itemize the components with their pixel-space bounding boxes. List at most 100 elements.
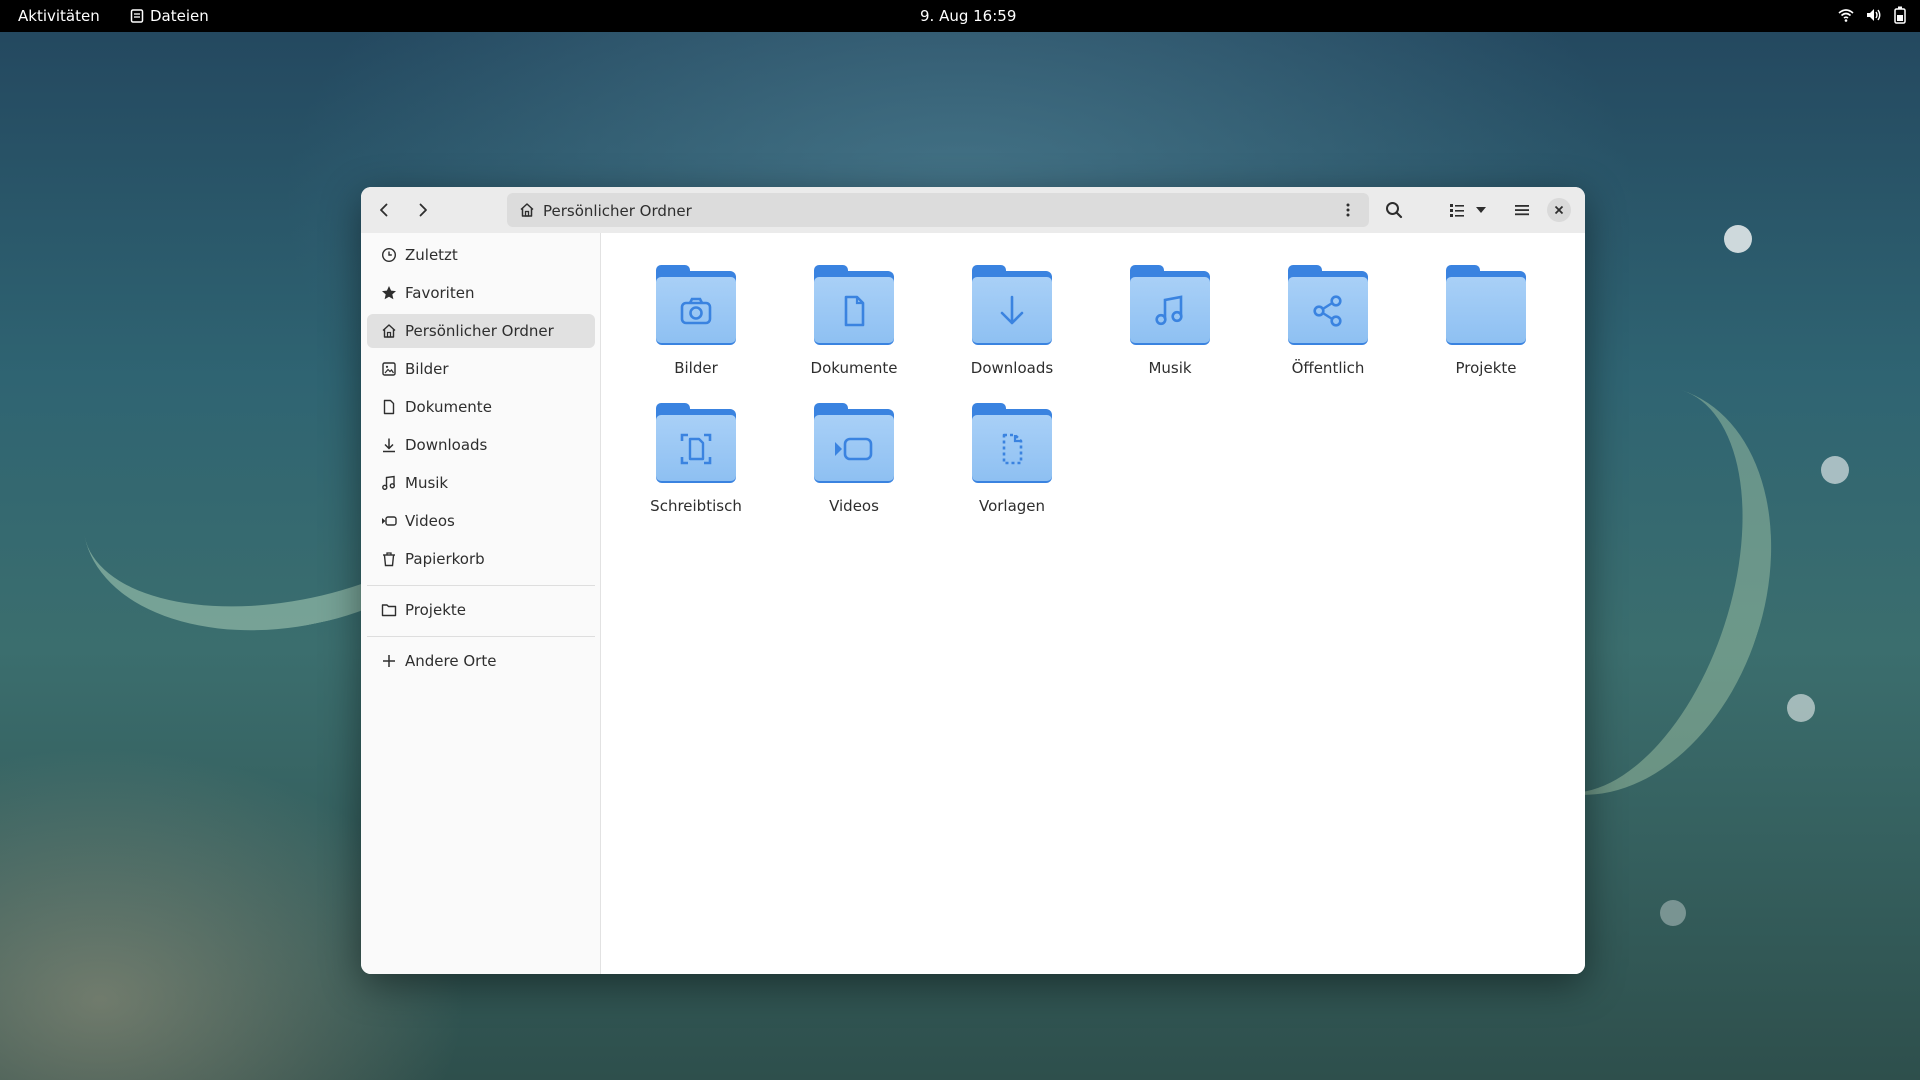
sidebar-separator (367, 636, 595, 637)
folder-item-vorlagen[interactable]: Vorlagen (947, 401, 1077, 515)
back-icon (380, 203, 388, 217)
music-icon (381, 475, 397, 491)
sidebar-item-videos[interactable]: Videos (367, 504, 595, 538)
wallpaper-dot (1787, 694, 1815, 722)
folder-icon (972, 263, 1052, 345)
forward-icon (419, 203, 427, 217)
sidebar-item-favoriten[interactable]: Favoriten (367, 276, 595, 310)
list-view-icon (1450, 204, 1464, 217)
folder-name: Musik (1148, 359, 1192, 377)
sidebar-item-dokumente[interactable]: Dokumente (367, 390, 595, 424)
clock-icon (381, 247, 397, 263)
activities-button[interactable]: Aktivitäten (18, 7, 100, 25)
wallpaper-dot (1660, 900, 1686, 926)
folder-item-oeffentlich[interactable]: Öffentlich (1263, 263, 1393, 377)
sidebar-item-label: Andere Orte (405, 652, 497, 670)
sidebar-item-papierkorb[interactable]: Papierkorb (367, 542, 595, 576)
folder-name: Videos (829, 497, 879, 515)
video-icon (834, 429, 874, 469)
sidebar-item-zuletzt[interactable]: Zuletzt (367, 238, 595, 272)
folder-icon (1130, 263, 1210, 345)
folder-icon (381, 602, 397, 618)
search-icon (1386, 202, 1403, 219)
kebab-menu-icon (1346, 203, 1350, 217)
folder-name: Schreibtisch (650, 497, 742, 515)
wallpaper-dot (1724, 225, 1752, 253)
sidebar-item-label: Musik (405, 474, 449, 492)
folder-icon (656, 263, 736, 345)
sidebar-item-label: Downloads (405, 436, 488, 454)
desktop-icon (676, 429, 716, 469)
download-icon (992, 291, 1032, 331)
folder-icon (1288, 263, 1368, 345)
sidebar-item-downloads[interactable]: Downloads (367, 428, 595, 462)
trash-icon (381, 551, 397, 567)
sidebar-item-persoenlicher-ordner[interactable]: Persönlicher Ordner (367, 314, 595, 348)
folder-icon (656, 401, 736, 483)
plus-icon (381, 653, 397, 669)
sidebar-item-bilder[interactable]: Bilder (367, 352, 595, 386)
folder-icon (1446, 263, 1526, 345)
files-app-icon (130, 9, 144, 23)
location-menu-button[interactable] (1333, 195, 1363, 225)
header-bar: Persönlicher Ordner (361, 187, 1585, 233)
camera-icon (676, 291, 716, 331)
main-menu-button[interactable] (1507, 195, 1537, 225)
home-icon (519, 202, 535, 222)
home-icon (381, 323, 397, 339)
view-options-icon (1476, 207, 1486, 213)
close-button[interactable] (1547, 198, 1571, 222)
folder-item-dokumente[interactable]: Dokumente (789, 263, 919, 377)
star-icon (381, 285, 397, 301)
folder-item-downloads[interactable]: Downloads (947, 263, 1077, 377)
hamburger-menu-icon (1515, 205, 1529, 216)
forward-button[interactable] (408, 195, 438, 225)
system-tray[interactable] (1838, 6, 1906, 24)
folder-icon (814, 263, 894, 345)
sidebar-item-projekte[interactable]: Projekte (367, 593, 595, 627)
folder-item-projekte[interactable]: Projekte (1421, 263, 1551, 377)
sidebar-item-label: Favoriten (405, 284, 475, 302)
close-icon (1554, 205, 1564, 215)
battery-icon (1894, 6, 1906, 24)
back-button[interactable] (369, 195, 399, 225)
folder-item-musik[interactable]: Musik (1105, 263, 1235, 377)
template-icon (992, 429, 1032, 469)
location-bar[interactable]: Persönlicher Ordner (507, 193, 1369, 227)
sidebar-item-andere-orte[interactable]: Andere Orte (367, 644, 595, 678)
app-name: Dateien (150, 7, 209, 25)
sidebar-item-label: Dokumente (405, 398, 492, 416)
document-icon (381, 399, 397, 415)
folder-name: Öffentlich (1291, 359, 1365, 377)
folder-name: Vorlagen (978, 497, 1046, 515)
image-icon (381, 361, 397, 377)
top-panel: Aktivitäten Dateien 9. Aug 16:59 (0, 0, 1920, 32)
folder-item-videos[interactable]: Videos (789, 401, 919, 515)
view-options-button[interactable] (1469, 195, 1493, 225)
folder-item-schreibtisch[interactable]: Schreibtisch (631, 401, 761, 515)
sidebar-item-label: Persönlicher Ordner (405, 322, 554, 340)
folder-icon (972, 401, 1052, 483)
folder-item-bilder[interactable]: Bilder (631, 263, 761, 377)
clock[interactable]: 9. Aug 16:59 (920, 7, 1016, 25)
sidebar-item-label: Papierkorb (405, 550, 485, 568)
folder-name: Dokumente (810, 359, 898, 377)
sidebar-item-label: Bilder (405, 360, 449, 378)
current-location[interactable]: Persönlicher Ordner (543, 202, 692, 220)
sidebar-item-label: Zuletzt (405, 246, 458, 264)
download-icon (381, 437, 397, 453)
folder-name: Bilder (674, 359, 718, 377)
list-view-button[interactable] (1442, 195, 1472, 225)
sidebar-item-label: Projekte (405, 601, 466, 619)
search-button[interactable] (1379, 195, 1409, 225)
folder-name: Downloads (970, 359, 1054, 377)
sidebar-item-musik[interactable]: Musik (367, 466, 595, 500)
wallpaper-dot (1821, 456, 1849, 484)
document-icon (834, 291, 874, 331)
volume-icon (1866, 7, 1882, 23)
app-menu[interactable]: Dateien (130, 7, 209, 25)
video-icon (381, 513, 397, 529)
files-window: Persönlicher Ordner Zuletzt Favoriten Pe… (361, 187, 1585, 974)
folder-icon (814, 401, 894, 483)
share-icon (1308, 291, 1348, 331)
